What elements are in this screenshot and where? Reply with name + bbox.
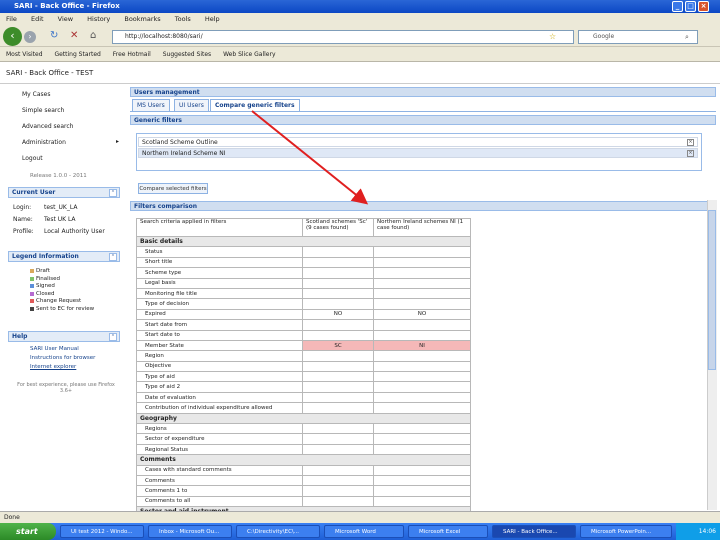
taskbar-item[interactable]: UI test 2012 - Windo... [60, 525, 144, 538]
taskbar-item[interactable]: Inbox - Microsoft Ou... [148, 525, 232, 538]
status-text: Done [4, 514, 20, 521]
system-tray: 14:06 [676, 523, 720, 540]
clock: 14:06 [698, 528, 716, 535]
annotation-arrow [251, 110, 369, 205]
taskbar-item-active[interactable]: SARI - Back Office... [492, 525, 576, 538]
taskbar-item[interactable]: C:\Directivity\EC\... [236, 525, 320, 538]
taskbar-item[interactable]: Microsoft Excel [408, 525, 488, 538]
status-bar: Done [0, 511, 720, 523]
taskbar-item[interactable]: Microsoft Word [324, 525, 404, 538]
taskbar-item[interactable]: Microsoft PowerPoin... [580, 525, 672, 538]
start-button[interactable]: start [0, 523, 56, 540]
